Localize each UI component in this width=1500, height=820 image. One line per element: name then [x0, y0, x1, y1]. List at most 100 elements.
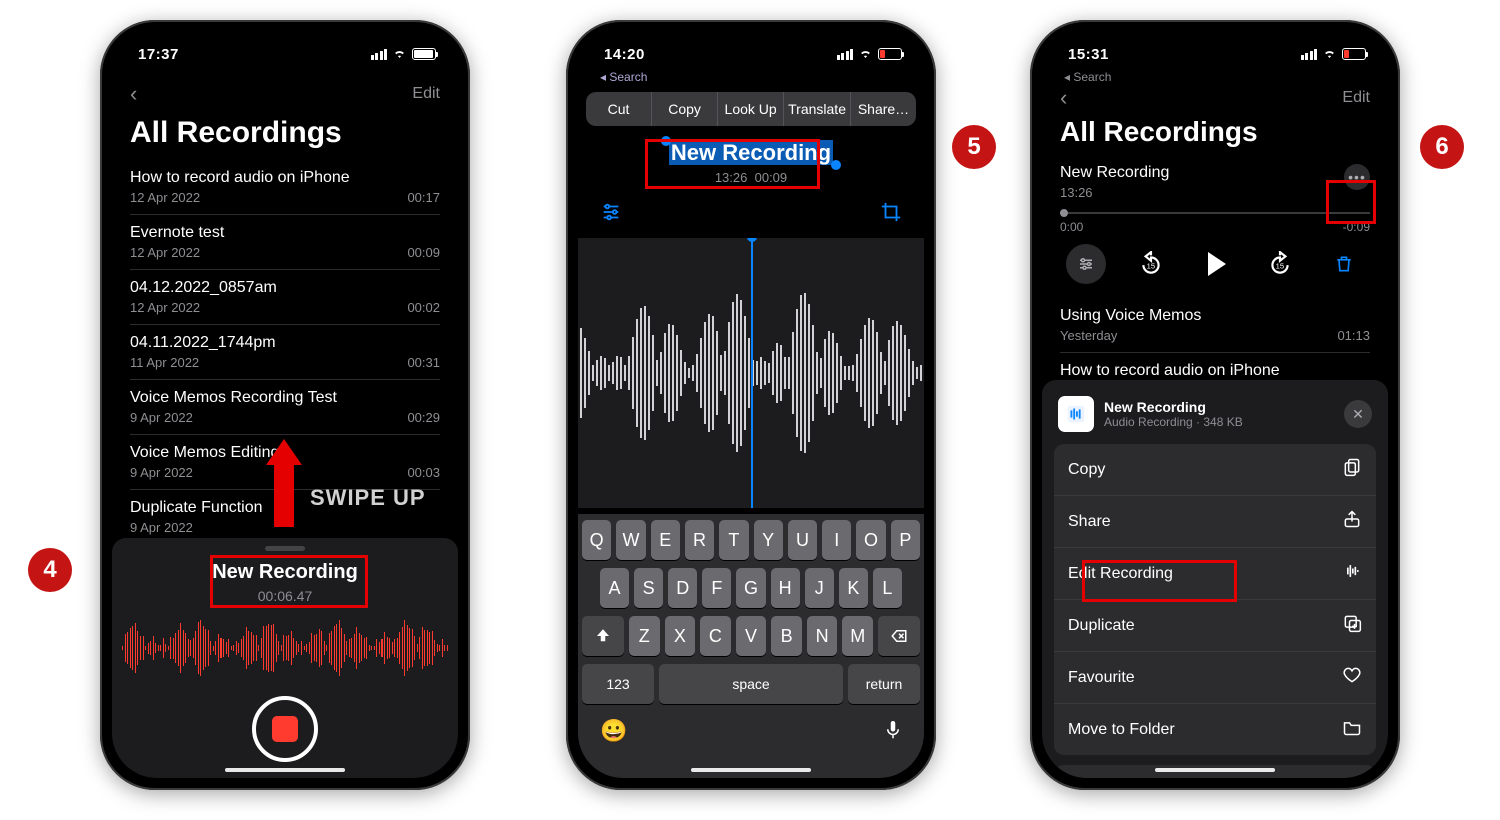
edit-button[interactable]: Edit	[412, 85, 440, 103]
settings-icon[interactable]	[600, 201, 622, 226]
list-item[interactable]: How to record audio on iPhone 12 Apr 202…	[130, 160, 440, 214]
key-123[interactable]: 123	[582, 664, 654, 704]
key-d[interactable]: D	[668, 568, 697, 608]
step-badge-6: 6	[1420, 125, 1464, 169]
play-button[interactable]	[1195, 244, 1235, 284]
key-v[interactable]: V	[736, 616, 767, 656]
home-indicator[interactable]	[1155, 768, 1275, 772]
key-i[interactable]: I	[822, 520, 851, 560]
key-h[interactable]: H	[771, 568, 800, 608]
home-indicator[interactable]	[691, 768, 811, 772]
key-l[interactable]: L	[873, 568, 902, 608]
key-o[interactable]: O	[856, 520, 885, 560]
page-title: All Recordings	[112, 112, 458, 160]
ctx-lookup[interactable]: Look Up	[718, 92, 784, 126]
sheet-item-label: Duplicate	[1068, 617, 1135, 635]
emoji-button[interactable]: 😀	[600, 718, 627, 744]
player-title: New Recording	[1060, 164, 1169, 182]
item-title: Voice Memos Recording Test	[130, 389, 440, 407]
key-n[interactable]: N	[807, 616, 838, 656]
wifi-icon	[858, 48, 873, 60]
key-return[interactable]: return	[848, 664, 920, 704]
key-e[interactable]: E	[651, 520, 680, 560]
key-z[interactable]: Z	[629, 616, 660, 656]
list-item[interactable]: Using Voice Memos Yesterday 01:13	[1060, 298, 1370, 352]
key-c[interactable]: C	[700, 616, 731, 656]
ctx-copy[interactable]: Copy	[652, 92, 718, 126]
list-item[interactable]: 04.11.2022_1744pm 11 Apr 2022 00:31	[130, 324, 440, 379]
skip-forward-15-button[interactable]: 15	[1260, 244, 1300, 284]
key-b[interactable]: B	[771, 616, 802, 656]
phone-3: 15:31 ◂ Search ‹ Edit All Recordings New…	[1030, 20, 1400, 790]
key-r[interactable]: R	[685, 520, 714, 560]
item-title: How to record audio on iPhone	[130, 169, 440, 187]
ctx-cut[interactable]: Cut	[586, 92, 652, 126]
cellular-icon	[1301, 49, 1318, 60]
key-x[interactable]: X	[665, 616, 696, 656]
key-q[interactable]: Q	[582, 520, 611, 560]
delete-button[interactable]	[1324, 244, 1364, 284]
recording-waveform	[122, 618, 447, 678]
scrubber[interactable]	[1060, 212, 1370, 214]
key-shift[interactable]	[582, 616, 624, 656]
skip-back-15-button[interactable]: 15	[1131, 244, 1171, 284]
notch	[210, 32, 360, 60]
item-title: 04.12.2022_0857am	[130, 279, 440, 297]
key-f[interactable]: F	[702, 568, 731, 608]
annotation-box-edit-recording	[1082, 560, 1237, 602]
key-m[interactable]: M	[842, 616, 873, 656]
editor-waveform[interactable]	[578, 238, 924, 508]
stop-record-button[interactable]	[252, 696, 318, 762]
sheet-subtitle: Audio Recording · 348 KB	[1104, 415, 1334, 429]
sheet-item-duplicate[interactable]: Duplicate	[1054, 599, 1376, 651]
sheet-file-icon	[1058, 396, 1094, 432]
notch	[676, 32, 826, 60]
key-t[interactable]: T	[719, 520, 748, 560]
step-badge-4: 4	[28, 548, 72, 592]
list-item[interactable]: 04.12.2022_0857am 12 Apr 2022 00:02	[130, 269, 440, 324]
crop-icon[interactable]	[880, 201, 902, 226]
back-chevron-icon[interactable]: ‹	[130, 81, 137, 107]
dictation-button[interactable]	[884, 719, 902, 744]
svg-text:15: 15	[1146, 261, 1154, 270]
page-title: All Recordings	[1042, 112, 1388, 158]
playhead[interactable]	[751, 238, 753, 508]
key-y[interactable]: Y	[754, 520, 783, 560]
sheet-item-favourite[interactable]: Favourite	[1054, 651, 1376, 703]
item-duration: 00:02	[407, 300, 440, 315]
playback-options-button[interactable]	[1066, 244, 1106, 284]
edit-button[interactable]: Edit	[1342, 89, 1370, 107]
home-indicator[interactable]	[225, 768, 345, 772]
time-elapsed: 0:00	[1060, 220, 1083, 234]
ctx-share[interactable]: Share…	[851, 92, 916, 126]
phone-1: 17:37 ‹ Edit All Recordings How to recor…	[100, 20, 470, 790]
item-duration: 00:17	[407, 190, 440, 205]
wifi-icon	[1322, 48, 1337, 60]
key-w[interactable]: W	[616, 520, 645, 560]
sheet-item-copy[interactable]: Copy	[1054, 444, 1376, 495]
sheet-item-share[interactable]: Share	[1054, 495, 1376, 547]
recordings-list[interactable]: Using Voice Memos Yesterday 01:13How to …	[1042, 298, 1388, 392]
text-context-menu: Cut Copy Look Up Translate Share…	[586, 92, 916, 126]
key-a[interactable]: A	[600, 568, 629, 608]
key-g[interactable]: G	[736, 568, 765, 608]
step-badge-5: 5	[952, 125, 996, 169]
sheet-close-button[interactable]: ✕	[1344, 400, 1372, 428]
list-item[interactable]: Evernote test 12 Apr 2022 00:09	[130, 214, 440, 269]
item-duration: 00:31	[407, 355, 440, 370]
key-delete[interactable]	[878, 616, 920, 656]
player-date: 13:26	[1060, 185, 1169, 200]
sheet-item-label: Favourite	[1068, 669, 1135, 687]
back-chevron-icon[interactable]: ‹	[1060, 85, 1067, 111]
key-p[interactable]: P	[891, 520, 920, 560]
key-k[interactable]: K	[839, 568, 868, 608]
key-j[interactable]: J	[805, 568, 834, 608]
key-u[interactable]: U	[788, 520, 817, 560]
item-date: 9 Apr 2022	[130, 410, 193, 425]
list-item[interactable]: Voice Memos Recording Test 9 Apr 2022 00…	[130, 379, 440, 434]
drag-handle[interactable]	[265, 546, 305, 551]
sheet-item-move-to-folder[interactable]: Move to Folder	[1054, 703, 1376, 755]
ctx-translate[interactable]: Translate	[784, 92, 851, 126]
key-s[interactable]: S	[634, 568, 663, 608]
key-space[interactable]: space	[659, 664, 843, 704]
